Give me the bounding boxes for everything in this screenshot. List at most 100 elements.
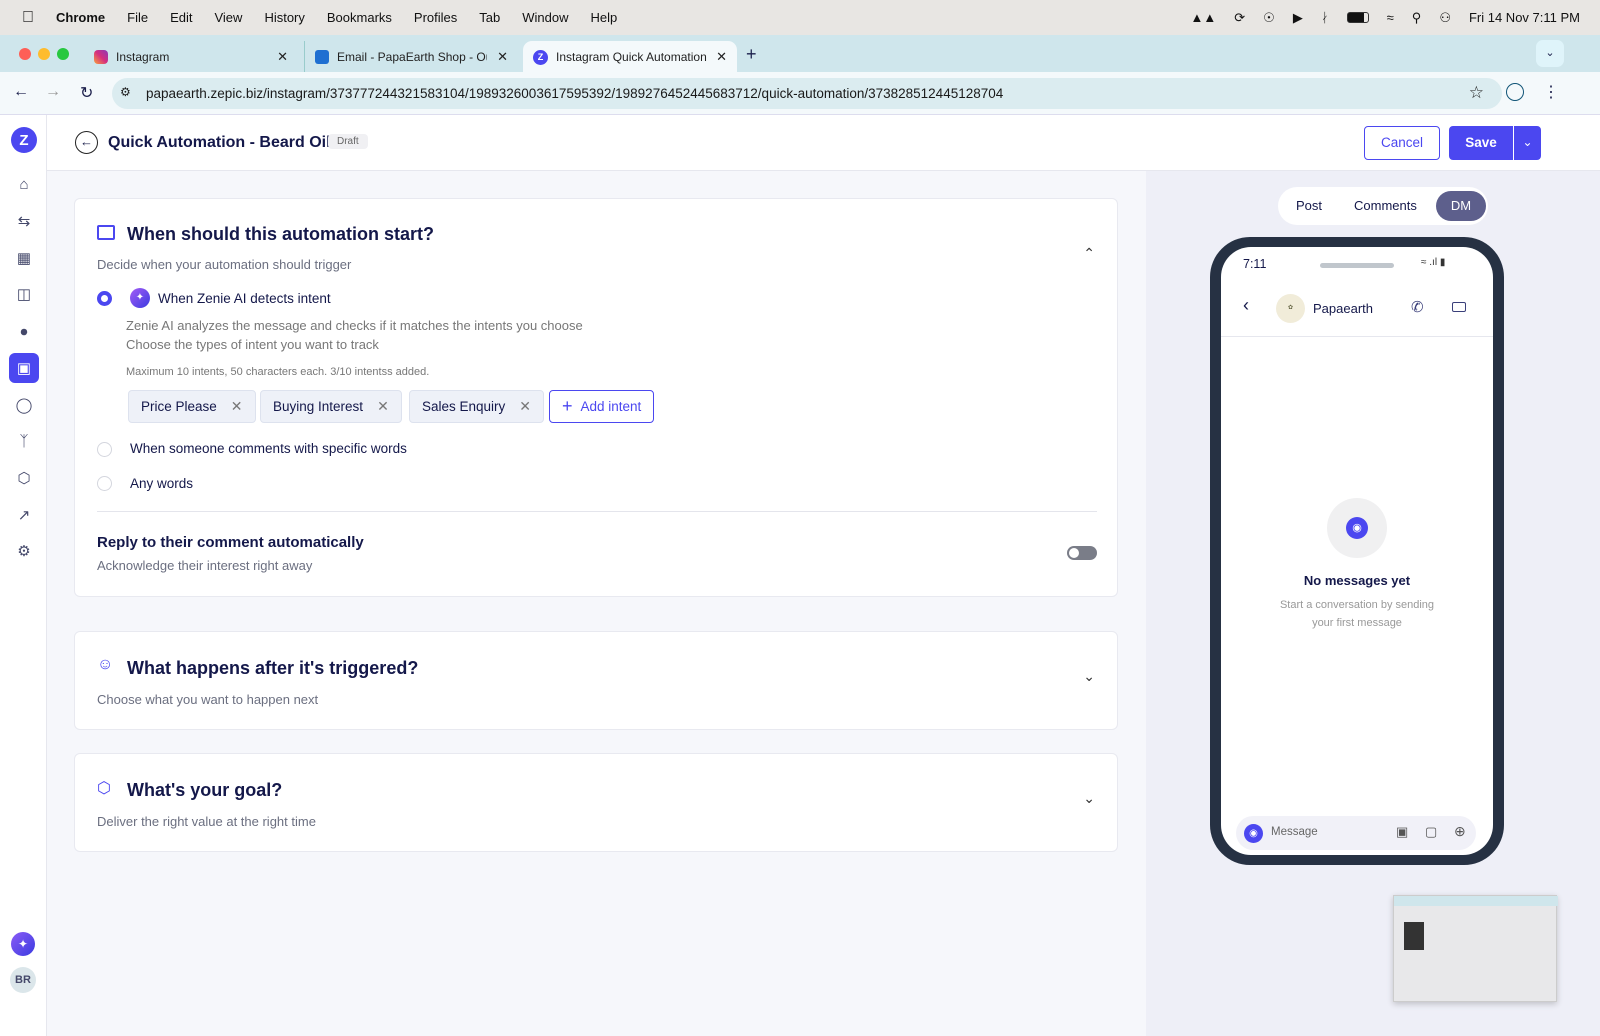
close-tab-icon[interactable]: ✕ — [497, 49, 508, 65]
macos-menubar:  Chrome File Edit View History Bookmark… — [0, 0, 1600, 35]
section-title: What's your goal? — [127, 780, 283, 800]
back-arrow-icon[interactable]: ← — [75, 131, 98, 154]
battery-icon[interactable] — [1346, 12, 1369, 23]
sticker-icon[interactable]: ▢ — [1425, 824, 1437, 840]
menu-file[interactable]: File — [127, 10, 148, 25]
image-icon[interactable]: ▣ — [1396, 824, 1408, 840]
profile-icon[interactable] — [1506, 83, 1524, 101]
menu-history[interactable]: History — [264, 10, 304, 25]
menu-window[interactable]: Window — [522, 10, 568, 25]
analytics-icon[interactable]: ↗ — [9, 500, 39, 530]
phone-screen: 7:11 ≈ .ıl ▮ ‹ ✿ Papaearth ✆ ◉ No messag… — [1221, 247, 1493, 855]
radio-any-words[interactable] — [97, 476, 112, 491]
tab-email[interactable]: Email - PapaEarth Shop - Out ✕ — [304, 41, 518, 73]
after-trigger-card[interactable]: ☺ What happens after it's triggered? Cho… — [74, 631, 1118, 730]
empty-state-circle: ◉ — [1327, 498, 1387, 558]
new-tab-button[interactable]: + — [746, 44, 757, 65]
flow-icon[interactable]: ᛉ — [9, 426, 39, 456]
more-menu-icon[interactable]: ⋮ — [1543, 82, 1559, 102]
save-options-chevron-icon[interactable]: ⌄ — [1514, 126, 1541, 160]
wifi-icon[interactable]: ≈ — [1387, 10, 1394, 25]
reload-button[interactable]: ↻ — [80, 83, 93, 103]
goal-card[interactable]: ⬡ What's your goal? Deliver the right va… — [74, 753, 1118, 852]
sync-icon[interactable]: ⟳ — [1234, 10, 1245, 26]
bluetooth-icon[interactable]: ᛅ — [1321, 10, 1329, 25]
tab-instagram[interactable]: Instagram ✕ — [84, 41, 298, 73]
home-icon[interactable]: ⌂ — [9, 169, 39, 199]
user-avatar[interactable]: BR — [10, 967, 36, 993]
section-subtitle: Choose what you want to happen next — [97, 692, 319, 707]
menu-help[interactable]: Help — [591, 10, 618, 25]
option-ai-label[interactable]: When Zenie AI detects intent — [158, 291, 331, 306]
chevron-up-icon[interactable]: ⌃ — [1083, 245, 1095, 262]
menu-app[interactable]: Chrome — [56, 10, 105, 25]
menu-bookmarks[interactable]: Bookmarks — [327, 10, 392, 25]
swap-icon[interactable]: ⇆ — [9, 206, 39, 236]
zenie-ai-icon[interactable]: ✦ — [11, 932, 35, 956]
phone-call-icon[interactable]: ✆ — [1411, 298, 1424, 316]
chat-icon[interactable]: ◯ — [9, 390, 39, 420]
menu-edit[interactable]: Edit — [170, 10, 192, 25]
section-subtitle: Deliver the right value at the right tim… — [97, 814, 316, 829]
preview-tab-post[interactable]: Post — [1296, 198, 1322, 213]
chevron-left-icon[interactable]: ‹ — [1243, 295, 1249, 316]
tab-search-button[interactable]: ⌄ — [1536, 40, 1564, 67]
search-icon[interactable]: ⚲ — [1412, 10, 1422, 26]
menu-tab[interactable]: Tab — [479, 10, 500, 25]
tab-quick-automation[interactable]: Z Instagram Quick Automation ✕ — [523, 41, 737, 73]
close-window-button[interactable] — [19, 48, 31, 60]
site-info-icon[interactable]: ⚙ — [120, 85, 131, 99]
status-icon[interactable]: ▲▲ — [1191, 10, 1217, 25]
minimize-window-button[interactable] — [38, 48, 50, 60]
preview-tab-dm[interactable]: DM — [1436, 191, 1486, 221]
back-button[interactable]: ← — [13, 83, 29, 101]
app-sidebar: Z ⌂ ⇆ ▦ ◫ ⦁ ▣ ◯ ᛉ ⬡ ↗ ⚙ ✦ BR — [0, 115, 47, 1036]
intent-chip: Buying Interest ✕ — [260, 390, 402, 423]
url-text: papaearth.zepic.biz/instagram/3737772443… — [146, 86, 1004, 101]
broadcast-icon[interactable]: ⦁ — [9, 316, 39, 346]
accessibility-icon[interactable]: ☉ — [1263, 10, 1275, 26]
save-button[interactable]: Save — [1449, 126, 1513, 160]
reply-toggle[interactable] — [1067, 546, 1097, 560]
apple-icon[interactable]:  — [22, 9, 34, 27]
plus-circle-icon[interactable]: ⊕ — [1454, 823, 1466, 840]
add-intent-button[interactable]: + Add intent — [549, 390, 655, 423]
chevron-down-icon[interactable]: ⌄ — [1083, 790, 1095, 807]
segments-icon[interactable]: ◫ — [9, 279, 39, 309]
intent-chip: Sales Enquiry ✕ — [409, 390, 545, 423]
play-icon[interactable]: ▶ — [1293, 10, 1303, 26]
radio-ai-intent[interactable] — [97, 291, 112, 306]
control-center-icon[interactable]: ⚇ — [1439, 10, 1451, 26]
maximize-window-button[interactable] — [57, 48, 69, 60]
remove-intent-icon[interactable]: ✕ — [519, 398, 531, 415]
close-tab-icon[interactable]: ✕ — [277, 49, 288, 65]
bookmark-star-icon[interactable]: ☆ — [1469, 83, 1484, 103]
menu-view[interactable]: View — [214, 10, 242, 25]
cube-icon[interactable]: ⬡ — [9, 463, 39, 493]
ai-description-2: Choose the types of intent you want to t… — [126, 337, 379, 352]
screenshot-thumbnail[interactable] — [1393, 895, 1558, 1002]
remove-intent-icon[interactable]: ✕ — [377, 398, 389, 415]
radio-specific-words[interactable] — [97, 442, 112, 457]
cancel-button[interactable]: Cancel — [1364, 126, 1440, 160]
zepic-logo[interactable]: Z — [11, 127, 37, 153]
message-placeholder: Message — [1271, 826, 1318, 838]
instagram-nav-icon[interactable]: ▣ — [9, 353, 39, 383]
contacts-icon[interactable]: ▦ — [9, 243, 39, 273]
menu-profiles[interactable]: Profiles — [414, 10, 457, 25]
option-any-label[interactable]: Any words — [130, 476, 193, 491]
message-input[interactable]: ◉ Message ▣ ▢ ⊕ — [1236, 816, 1476, 850]
close-tab-icon[interactable]: ✕ — [716, 49, 727, 65]
chevron-down-icon[interactable]: ⌄ — [1083, 668, 1095, 685]
preview-tab-comments[interactable]: Comments — [1354, 198, 1417, 213]
zepic-icon: Z — [533, 49, 548, 65]
forward-button[interactable]: → — [45, 83, 61, 101]
video-call-icon[interactable] — [1452, 302, 1466, 312]
address-bar: ← → ↻ ⚙ papaearth.zepic.biz/instagram/37… — [0, 72, 1600, 115]
remove-intent-icon[interactable]: ✕ — [231, 398, 243, 415]
url-field[interactable]: ⚙ papaearth.zepic.biz/instagram/37377724… — [112, 78, 1502, 109]
settings-icon[interactable]: ⚙ — [9, 536, 39, 566]
option-words-label[interactable]: When someone comments with specific word… — [130, 441, 407, 456]
divider — [97, 511, 1097, 512]
camera-icon[interactable]: ◉ — [1244, 824, 1263, 843]
